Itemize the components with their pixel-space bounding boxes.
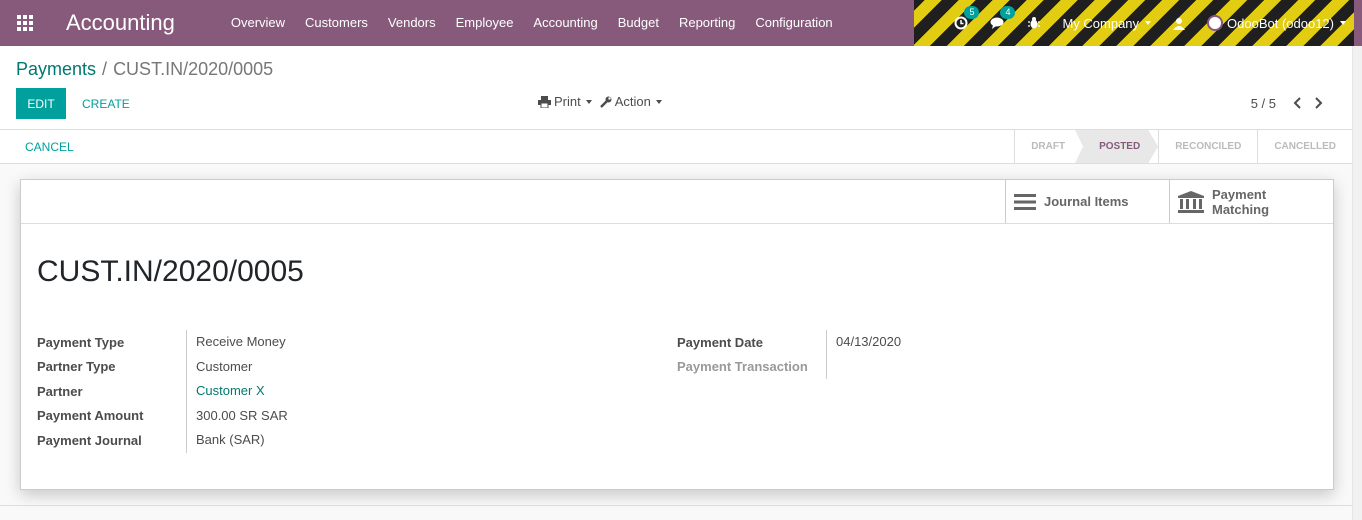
activity-button[interactable]: 5 xyxy=(954,6,980,30)
control-panel: Payments / CUST.IN/2020/0005 EDIT CREATE P… xyxy=(0,46,1352,130)
activity-count-badge: 5 xyxy=(964,6,980,19)
status-stages: DRAFT POSTED RECONCILED CANCELLED xyxy=(1014,130,1352,163)
record-title: CUST.IN/2020/0005 xyxy=(37,255,304,288)
pager: 5 / 5 xyxy=(1251,94,1330,112)
menu-budget[interactable]: Budget xyxy=(608,0,669,46)
caret-down-icon xyxy=(655,99,662,104)
stage-posted[interactable]: POSTED xyxy=(1075,130,1158,163)
left-field-group: Payment Type Receive Money Partner Type Cu… xyxy=(37,330,288,453)
bug-icon xyxy=(1028,17,1041,29)
menu-employee[interactable]: Employee xyxy=(446,0,524,46)
field-value: 04/13/2020 xyxy=(826,330,901,355)
field-label: Payment Transaction xyxy=(677,359,808,375)
breadcrumb: Payments / CUST.IN/2020/0005 xyxy=(16,59,273,80)
caret-down-icon xyxy=(1145,21,1152,25)
menu-overview[interactable]: Overview xyxy=(221,0,295,46)
menu-vendors[interactable]: Vendors xyxy=(378,0,446,46)
list-icon xyxy=(1014,193,1036,210)
create-button[interactable]: CREATE xyxy=(74,88,138,119)
bank-icon xyxy=(1178,190,1204,213)
edit-button[interactable]: EDIT xyxy=(16,88,66,119)
field-payment-amount: Payment Amount 300.00 SR SAR xyxy=(37,403,288,428)
field-payment-date: Payment Date 04/13/2020 xyxy=(677,330,901,355)
field-value: Bank (SAR) xyxy=(186,428,265,453)
payment-matching-line1: Payment xyxy=(1212,186,1267,202)
breadcrumb-payments[interactable]: Payments xyxy=(16,59,96,79)
field-label: Payment Type xyxy=(37,334,125,350)
top-navbar: Accounting Overview Customers Vendors Em… xyxy=(0,0,1362,46)
pager-next-button[interactable] xyxy=(1308,94,1330,112)
field-payment-type: Payment Type Receive Money xyxy=(37,330,288,355)
field-label: Payment Amount xyxy=(37,408,144,424)
vertical-scrollbar[interactable] xyxy=(1352,46,1362,520)
user-icon xyxy=(1173,17,1186,30)
cancel-payment-button[interactable]: CANCEL xyxy=(16,136,83,158)
field-payment-transaction: Payment Transaction xyxy=(677,354,901,379)
messages-count-badge: 4 xyxy=(1000,6,1016,19)
sidebar-actions: Print Action xyxy=(538,94,670,109)
user-icon-button[interactable] xyxy=(1173,17,1186,30)
form-sheet: Journal Items Payment Matching CUST.IN/20… xyxy=(20,179,1334,490)
field-partner-type: Partner Type Customer xyxy=(37,354,288,379)
breadcrumb-current: CUST.IN/2020/0005 xyxy=(113,59,274,79)
field-label: Partner Type xyxy=(37,359,116,375)
action-label: Action xyxy=(614,94,651,109)
app-brand[interactable]: Accounting xyxy=(66,10,175,36)
pager-previous-button[interactable] xyxy=(1286,94,1308,112)
debug-button[interactable] xyxy=(1028,16,1041,30)
menu-accounting[interactable]: Accounting xyxy=(523,0,607,46)
stage-reconciled[interactable]: RECONCILED xyxy=(1158,130,1257,163)
systray: 5 4 My Company OdooBot (odoo12) xyxy=(914,0,1354,46)
user-name: OdooBot (odoo12) xyxy=(1227,15,1334,31)
field-value: 300.00 SR SAR xyxy=(186,403,288,428)
apps-menu-icon[interactable] xyxy=(0,0,50,46)
field-label: Payment Date xyxy=(677,334,763,350)
button-box-divider xyxy=(21,223,1333,224)
action-dropdown[interactable]: Action xyxy=(599,94,662,109)
journal-items-label: Journal Items xyxy=(1044,194,1129,209)
field-value: Receive Money xyxy=(186,330,286,355)
pager-value[interactable]: 5 / 5 xyxy=(1251,96,1276,111)
field-value xyxy=(826,354,836,379)
right-field-group: Payment Date 04/13/2020 Payment Transacti… xyxy=(677,330,901,379)
payment-matching-button[interactable]: Payment Matching xyxy=(1169,180,1333,223)
company-name: My Company xyxy=(1062,15,1140,31)
user-avatar xyxy=(1207,15,1224,31)
field-label: Partner xyxy=(37,383,83,399)
stage-draft[interactable]: DRAFT xyxy=(1014,130,1081,163)
partner-link[interactable]: Customer X xyxy=(186,379,265,404)
caret-down-icon xyxy=(585,99,592,104)
menu-customers[interactable]: Customers xyxy=(295,0,378,46)
print-label: Print xyxy=(554,94,581,109)
field-value: Customer xyxy=(186,354,252,379)
status-bar: CANCEL DRAFT POSTED RECONCILED CANCELLED xyxy=(0,130,1352,164)
field-payment-journal: Payment Journal Bank (SAR) xyxy=(37,428,288,453)
main-menu: Overview Customers Vendors Employee Acco… xyxy=(221,0,843,46)
chevron-right-icon xyxy=(1315,97,1323,109)
payment-matching-line2: Matching xyxy=(1212,201,1270,217)
field-label: Payment Journal xyxy=(37,432,142,448)
wrench-icon xyxy=(599,96,612,108)
messages-button[interactable]: 4 xyxy=(990,6,1016,30)
company-switcher[interactable]: My Company xyxy=(1062,15,1152,31)
menu-reporting[interactable]: Reporting xyxy=(669,0,745,46)
field-partner: Partner Customer X xyxy=(37,379,288,404)
menu-configuration[interactable]: Configuration xyxy=(745,0,842,46)
stage-cancelled[interactable]: CANCELLED xyxy=(1257,130,1352,163)
print-dropdown[interactable]: Print xyxy=(538,94,592,109)
payment-matching-label: Payment Matching xyxy=(1212,187,1269,217)
smart-button-box: Journal Items Payment Matching xyxy=(1005,180,1333,223)
user-menu[interactable]: OdooBot (odoo12) xyxy=(1207,15,1346,31)
chatter-divider xyxy=(0,505,1352,506)
chevron-left-icon xyxy=(1293,97,1301,109)
printer-icon xyxy=(538,95,551,108)
journal-items-button[interactable]: Journal Items xyxy=(1005,180,1169,223)
breadcrumb-separator: / xyxy=(102,59,108,79)
caret-down-icon xyxy=(1340,21,1346,25)
